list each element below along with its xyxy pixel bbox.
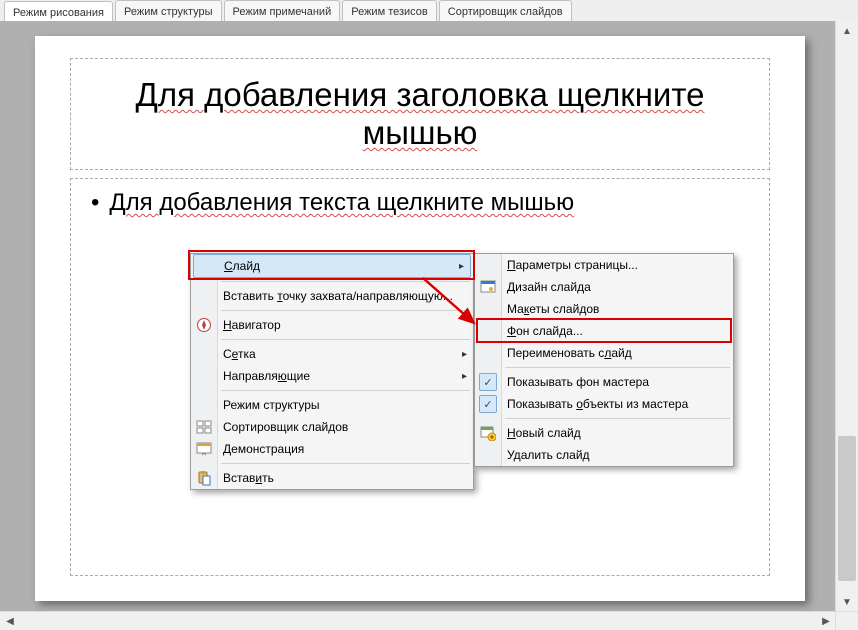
menu-separator (221, 281, 470, 282)
context-menu-slide-sub: Параметры страницы... Дизайн слайда Маке… (474, 253, 734, 467)
paste-icon (195, 469, 213, 487)
content-placeholder-bullet: Для добавления текста щелкните мышью (91, 189, 749, 217)
scroll-left-arrow[interactable]: ◀ (0, 612, 20, 630)
vscroll-track[interactable] (836, 41, 858, 592)
presentation-icon (195, 440, 213, 458)
view-tab-2[interactable]: Режим примечаний (224, 0, 341, 21)
vscroll-thumb[interactable] (838, 436, 856, 581)
menu-item-navigator[interactable]: Навигатор (191, 314, 473, 336)
menu-item-page-params[interactable]: Параметры страницы... (475, 254, 733, 276)
menu-item-slide-layouts[interactable]: Макеты слайдов (475, 298, 733, 320)
design-icon (479, 278, 497, 296)
context-menu-main: Слайд Вставить точку захвата/направляющу… (190, 253, 474, 490)
menu-separator (221, 310, 470, 311)
scroll-up-arrow[interactable]: ▲ (836, 21, 858, 41)
vertical-scrollbar[interactable]: ▲ ▼ (835, 21, 858, 612)
sorter-icon (195, 418, 213, 436)
menu-separator (221, 390, 470, 391)
menu-item-guides[interactable]: Направляющие (191, 365, 473, 387)
menu-item-delete-slide[interactable]: Удалить слайд (475, 444, 733, 466)
check-icon: ✓ (479, 373, 497, 391)
slide-canvas: Для добавления заголовка щелкните мышью … (0, 21, 836, 612)
menu-item-rename-slide[interactable]: Переименовать слайд (475, 342, 733, 364)
menu-item-new-slide[interactable]: Новый слайд (475, 422, 733, 444)
scroll-down-arrow[interactable]: ▼ (836, 592, 858, 612)
menu-item-sorter[interactable]: Сортировщик слайдов (191, 416, 473, 438)
compass-icon (195, 316, 213, 334)
menu-item-demo[interactable]: Демонстрация (191, 438, 473, 460)
content-placeholder-text: Для добавления текста щелкните мышью (109, 189, 574, 217)
view-tab-1[interactable]: Режим структуры (115, 0, 222, 21)
view-tab-4[interactable]: Сортировщик слайдов (439, 0, 572, 21)
horizontal-scrollbar[interactable]: ◀ ▶ (0, 611, 836, 630)
menu-separator (221, 339, 470, 340)
view-tab-3[interactable]: Режим тезисов (342, 0, 437, 21)
menu-item-grid[interactable]: Сетка (191, 343, 473, 365)
check-icon: ✓ (479, 395, 497, 413)
menu-item-slide[interactable]: Слайд (193, 254, 471, 278)
view-tabs: Режим рисованияРежим структурыРежим прим… (0, 0, 858, 22)
scroll-right-arrow[interactable]: ▶ (816, 612, 836, 630)
scrollbar-corner (835, 611, 858, 630)
title-placeholder-text: Для добавления заголовка щелкните мышью (81, 76, 759, 152)
menu-item-slide-design[interactable]: Дизайн слайда (475, 276, 733, 298)
menu-item-paste[interactable]: Вставить (191, 467, 473, 489)
menu-item-slide-background[interactable]: Фон слайда... (475, 320, 733, 342)
menu-item-show-master-bg[interactable]: ✓ Показывать фон мастера (475, 371, 733, 393)
new-slide-icon (479, 424, 497, 442)
title-placeholder[interactable]: Для добавления заголовка щелкните мышью (70, 58, 770, 170)
menu-item-show-master-obj[interactable]: ✓ Показывать объекты из мастера (475, 393, 733, 415)
menu-separator (221, 463, 470, 464)
view-tab-0[interactable]: Режим рисования (4, 1, 113, 22)
menu-item-insert-point[interactable]: Вставить точку захвата/направляющую... (191, 285, 473, 307)
menu-item-outline-mode[interactable]: Режим структуры (191, 394, 473, 416)
menu-separator (505, 367, 730, 368)
menu-separator (505, 418, 730, 419)
